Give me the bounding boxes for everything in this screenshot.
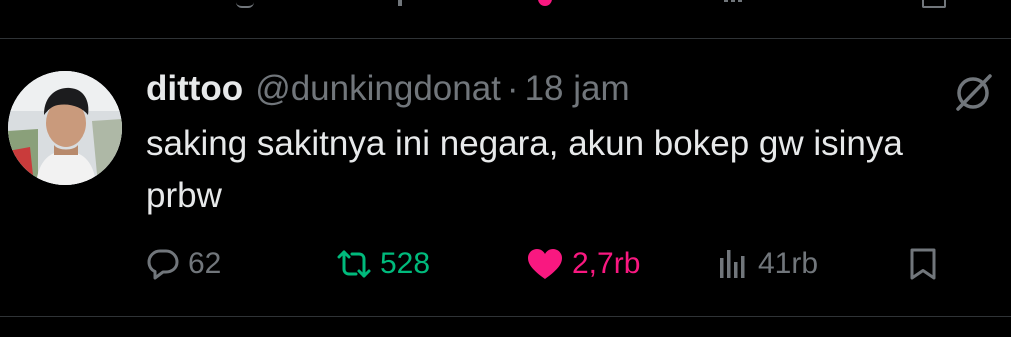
heart-icon [526, 247, 564, 281]
avatar[interactable] [8, 71, 122, 185]
tweet-text: saking sakitnya ini negara, akun bokep g… [146, 124, 903, 215]
user-handle[interactable]: @dunkingdonat [255, 64, 501, 114]
retweet-icon [336, 247, 372, 281]
views-icon [718, 248, 750, 280]
timestamp[interactable]: 18 jam [525, 64, 630, 114]
reply-icon [236, 0, 254, 8]
retweet-icon [398, 0, 402, 6]
grok-icon[interactable] [952, 70, 996, 114]
bookmark-icon [922, 0, 946, 8]
views-button[interactable]: 41rb [718, 238, 818, 290]
retweet-button[interactable]: 528 [336, 238, 430, 290]
like-count: 2,7rb [572, 247, 641, 280]
divider [0, 316, 1011, 317]
previous-tweet-actions [0, 0, 1011, 12]
separator-dot: · [506, 69, 519, 108]
views-icon [724, 0, 750, 6]
reply-icon [146, 247, 180, 281]
tweet-header: dittoo @dunkingdonat · 18 jam [146, 64, 630, 114]
heart-icon [538, 0, 552, 6]
reply-count: 62 [188, 247, 222, 280]
retweet-count: 528 [380, 247, 431, 280]
bookmark-icon [908, 247, 938, 281]
display-name[interactable]: dittoo [146, 64, 243, 114]
bookmark-button[interactable] [908, 238, 938, 290]
like-button[interactable]: 2,7rb [526, 238, 640, 290]
reply-button[interactable]: 62 [146, 238, 221, 290]
tweet-actions: 62 528 2,7rb 41rb [146, 238, 946, 290]
views-count: 41rb [758, 247, 819, 280]
divider [0, 38, 1011, 39]
